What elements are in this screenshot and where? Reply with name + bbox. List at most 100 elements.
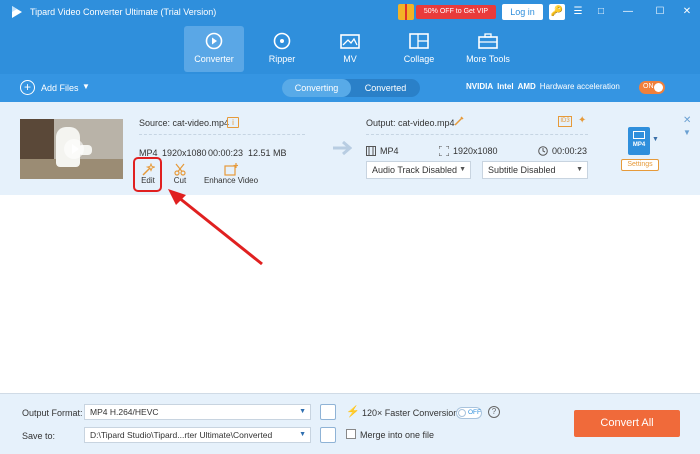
faster-conversion-label: 120× Faster Conversion [362,408,459,418]
rename-pencil-icon[interactable] [453,115,465,127]
toolbox-icon [478,33,498,49]
output-duration-meta: 00:00:23 [538,146,587,156]
enhance-icon [224,163,238,176]
faster-conversion-toggle[interactable]: OFF [456,407,482,419]
output-format-text: MP4 [380,146,399,156]
output-format-icon[interactable]: MP4 [628,127,650,155]
clock-icon [538,146,548,156]
collage-icon [409,33,429,49]
nav-item-converter[interactable]: Converter [184,26,244,72]
film-icon [366,146,376,156]
disc-icon [273,32,291,50]
save-to-select[interactable]: D:\Tipard Studio\Tipard...rter Ultimate\… [84,427,311,443]
convert-arrow-icon [333,141,352,155]
view-switcher: Converting Converted [282,79,420,97]
nav-label: Ripper [268,54,296,64]
chevron-down-icon[interactable]: ▼ [652,136,659,143]
nav-label: More Tools [466,54,510,64]
output-resolution-text: 1920x1080 [453,146,498,156]
converter-icon [205,32,223,50]
menu-icon[interactable]: ☰ [570,4,586,20]
toggle-knob [458,409,466,417]
subtitle-select[interactable]: Subtitle Disabled ▼ [482,161,588,179]
close-icon[interactable]: ✕ [679,4,695,20]
tab-converting[interactable]: Converting [282,79,351,97]
subtitle-value: Subtitle Disabled [488,165,556,175]
feedback-icon[interactable]: □ [593,4,609,20]
title-bar: Tipard Video Converter Ultimate (Trial V… [0,0,700,24]
tab-converted[interactable]: Converted [351,79,420,97]
add-files-label: Add Files [41,83,79,93]
nav-item-ripper[interactable]: Ripper [252,26,312,72]
hw-label: Hardware acceleration [539,82,620,91]
chevron-down-icon[interactable]: ▼ [683,128,691,137]
source-size: 12.51 MB [248,148,287,158]
main-nav: Converter Ripper MV Collage More Tools [0,24,700,74]
resize-icon [438,145,450,157]
edit-highlight-box [133,157,162,192]
output-format-meta: MP4 [366,146,399,156]
info-icon[interactable]: i [227,117,239,128]
nav-item-mv[interactable]: MV [320,26,380,72]
convert-all-button[interactable]: Convert All [574,410,680,437]
merge-label: Merge into one file [360,430,435,440]
screen-icon [633,131,645,139]
output-format-label: Output Format: [22,408,83,418]
nav-item-collage[interactable]: Collage [389,26,449,72]
merge-checkbox[interactable] [346,429,356,439]
lightning-icon: ⚡ [346,406,360,418]
output-filename: Output: cat-video.mp4 [366,118,455,128]
annotation-arrow-icon [168,189,263,266]
settings-button[interactable]: Settings [621,159,659,171]
app-logo-icon [12,6,22,18]
chevron-down-icon[interactable]: ▼ [82,82,90,91]
chevron-down-icon: ▼ [299,431,306,438]
scissors-icon [174,163,186,176]
format-settings-icon[interactable] [320,404,336,420]
output-format-value: MP4 H.264/HEVC [90,407,159,417]
source-filename: Source: cat-video.mp4 [139,118,230,128]
video-thumbnail[interactable] [20,119,123,179]
toolbar: + Add Files ▼ Converting Converted NVIDI… [0,74,700,102]
remove-icon[interactable]: ✕ [683,115,691,126]
save-to-value: D:\Tipard Studio\Tipard...rter Ultimate\… [90,430,273,440]
play-icon[interactable] [64,139,84,159]
chevron-down-icon: ▼ [459,166,466,173]
toggle-label: ON [643,83,654,90]
nvidia-label: NVIDIA [466,82,494,91]
save-to-label: Save to: [22,431,56,441]
key-icon[interactable]: 🔑 [549,4,565,20]
promo-text: 50% OFF to Get VIP [416,5,496,19]
nav-item-more-tools[interactable]: More Tools [458,26,518,72]
nav-label: Converter [194,54,234,64]
file-item: Source: cat-video.mp4 i MP4 1920x1080 00… [0,102,700,195]
folder-icon[interactable] [320,427,336,443]
audio-track-value: Audio Track Disabled [372,165,458,175]
source-duration: 00:00:23 [208,148,244,158]
output-resolution-meta: 1920x1080 [438,145,498,157]
nav-label: Collage [403,54,435,64]
chevron-down-icon: ▼ [576,166,583,173]
source-resolution: 1920x1080 [162,148,207,158]
nav-label: MV [343,54,357,64]
enhance-label: Enhance Video [203,176,259,185]
id3-icon[interactable]: ID3 [558,116,572,127]
hw-acceleration-toggle[interactable]: ON [639,81,665,94]
effects-icon[interactable]: ✦ [578,115,586,126]
amd-label: AMD [517,82,536,91]
toggle-knob [654,83,663,92]
divider [366,134,588,135]
audio-track-select[interactable]: Audio Track Disabled ▼ [366,161,471,179]
toggle-label: OFF [468,409,481,416]
output-format-select[interactable]: MP4 H.264/HEVC ▼ [84,404,311,420]
divider [139,134,305,135]
cut-label: Cut [173,176,187,185]
format-badge: MP4 [632,142,646,148]
intel-label: Intel [497,82,514,91]
output-duration-text: 00:00:23 [552,146,588,156]
maximize-icon[interactable]: ☐ [652,4,668,20]
help-icon[interactable]: ? [488,406,500,418]
plus-icon: + [20,80,35,95]
login-button[interactable]: Log in [502,4,543,20]
minimize-icon[interactable]: — [620,4,636,20]
